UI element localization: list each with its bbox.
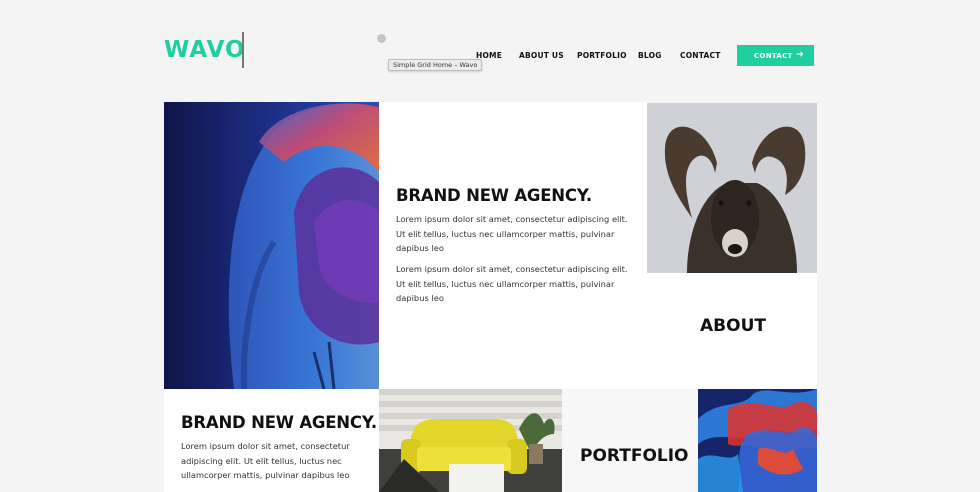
nav-blog[interactable]: BLOG: [638, 51, 662, 60]
about-title: ABOUT: [700, 316, 766, 336]
contact-button[interactable]: CONTACT ➔: [737, 45, 814, 66]
nav-contact[interactable]: CONTACT: [680, 51, 721, 60]
colored-smoke-image: [698, 389, 817, 492]
hero-title: BRAND NEW AGENCY.: [396, 186, 592, 205]
arrow-right-icon: ➔: [796, 50, 804, 60]
second-title: BRAND NEW AGENCY.: [181, 413, 377, 432]
hoodie-person-image: [164, 102, 379, 389]
about-tile[interactable]: ABOUT: [647, 273, 817, 389]
hero-paragraph-2: Lorem ipsum dolor sit amet, consectetur …: [396, 264, 628, 303]
nav-about-us[interactable]: ABOUT US: [519, 51, 564, 60]
second-paragraph: Lorem ipsum dolor sit amet, consectetur …: [181, 441, 350, 480]
portfolio-tile[interactable]: PORTFOLIO: [562, 389, 698, 492]
hero-text-block: BRAND NEW AGENCY. Lorem ipsum dolor sit …: [379, 102, 647, 389]
yellow-sofa-image: [379, 389, 562, 492]
mouse-cursor-dot: [377, 34, 386, 43]
hero-paragraph-1: Lorem ipsum dolor sit amet, consectetur …: [396, 214, 628, 253]
main-nav: HOME ABOUT US PORTFOLIO BLOG CONTACT: [0, 51, 980, 61]
second-text-block: BRAND NEW AGENCY. Lorem ipsum dolor sit …: [164, 389, 379, 492]
portfolio-title: PORTFOLIO: [580, 446, 689, 466]
ram-image: [647, 103, 817, 273]
nav-portfolio[interactable]: PORTFOLIO: [577, 51, 627, 60]
contact-button-label: CONTACT: [754, 51, 793, 60]
logo-divider: [242, 32, 244, 68]
nav-home[interactable]: HOME: [476, 51, 502, 60]
